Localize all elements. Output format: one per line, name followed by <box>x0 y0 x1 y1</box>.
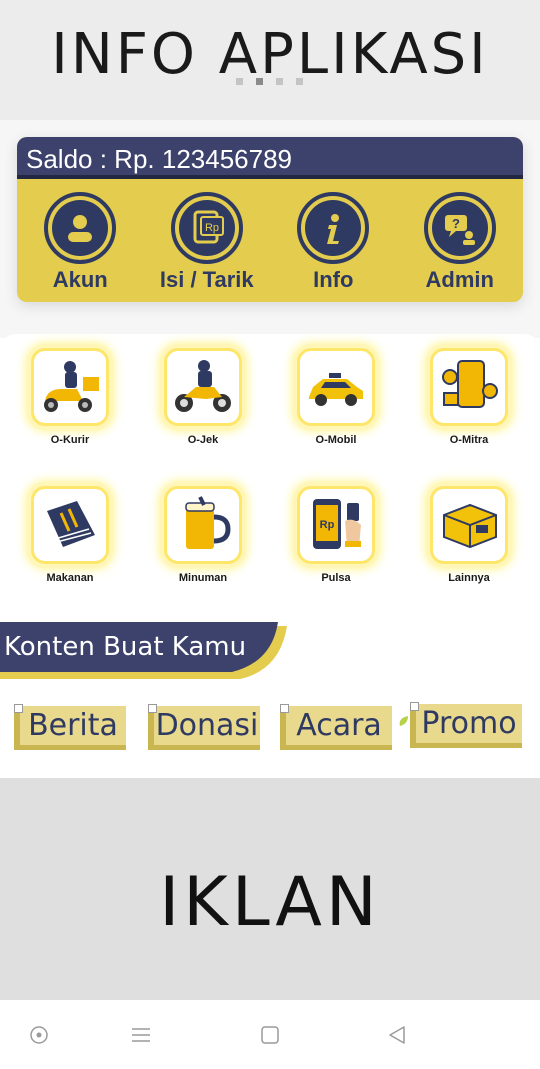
content-section-title: Konten Buat Kamu <box>4 632 247 662</box>
phone-credit-icon: Rp <box>297 486 375 564</box>
menu-button[interactable] <box>130 1024 152 1046</box>
topup-rp-text: Rp <box>205 222 219 234</box>
car-icon <box>297 348 375 426</box>
menu-cutlery-icon <box>31 486 109 564</box>
topup-rp-icon: Rp <box>178 200 235 256</box>
system-nav-bar <box>0 1000 540 1069</box>
account-button[interactable]: Akun <box>25 192 135 293</box>
home-square-icon <box>261 1026 279 1044</box>
service-label: O-Mitra <box>449 434 489 446</box>
carousel-dot <box>296 78 303 85</box>
pin-icon <box>148 704 157 713</box>
tab-donasi[interactable]: Donasi <box>148 704 260 750</box>
ad-banner[interactable]: IKLAN <box>0 778 540 1000</box>
courier-scooter-icon <box>31 348 109 426</box>
service-makanan[interactable]: Makanan <box>10 486 130 584</box>
admin-label: Admin <box>425 267 494 292</box>
back-triangle-icon <box>389 1026 405 1044</box>
assistant-button[interactable] <box>28 1024 50 1046</box>
assistant-dot-icon <box>30 1026 48 1044</box>
tab-berita[interactable]: Berita <box>14 704 126 750</box>
tab-label: Donasi <box>155 708 259 743</box>
service-o-mitra[interactable]: O-Mitra <box>409 348 529 446</box>
service-pulsa[interactable]: Rp Pulsa <box>276 486 396 584</box>
service-label: Lainnya <box>448 572 490 584</box>
carousel-indicator <box>236 78 303 85</box>
service-minuman[interactable]: Minuman <box>143 486 263 584</box>
info-icon <box>305 200 362 256</box>
service-lainnya[interactable]: Lainnya <box>409 486 529 584</box>
info-banner[interactable]: INFO APLIKASI <box>0 0 540 120</box>
carousel-dot-active <box>256 78 263 85</box>
service-label: O-Kurir <box>50 434 90 446</box>
tab-acara[interactable]: Acara <box>280 704 392 750</box>
balance-text: Saldo : Rp. 123456789 <box>17 137 523 179</box>
partner-phone-icon <box>430 348 508 426</box>
menu-icon <box>132 1028 150 1042</box>
content-tabs: Berita Donasi Acara Promo <box>0 702 540 754</box>
service-label: O-Jek <box>187 434 219 446</box>
tab-promo[interactable]: Promo <box>410 702 522 748</box>
package-box-icon <box>430 486 508 564</box>
admin-button[interactable]: ? Admin <box>405 192 515 293</box>
motorbike-icon <box>164 348 242 426</box>
pin-icon <box>410 702 419 711</box>
admin-chat-icon: ? <box>431 200 488 256</box>
topup-withdraw-button[interactable]: Rp Isi / Tarik <box>152 192 262 293</box>
info-button[interactable]: Info <box>278 192 388 293</box>
home-button[interactable] <box>259 1024 281 1046</box>
svg-text:?: ? <box>452 216 460 231</box>
service-label: Pulsa <box>321 572 351 584</box>
account-label: Akun <box>52 267 108 292</box>
service-o-kurir[interactable]: O-Kurir <box>10 348 130 446</box>
service-label: Makanan <box>46 572 94 584</box>
carousel-dot <box>236 78 243 85</box>
ad-text: IKLAN <box>159 863 381 942</box>
leaf-icon <box>399 716 408 726</box>
service-label: Minuman <box>178 572 228 584</box>
service-o-jek[interactable]: O-Jek <box>143 348 263 446</box>
pulsa-rp-text: Rp <box>320 519 335 531</box>
tab-label: Promo <box>421 706 517 741</box>
back-button[interactable] <box>386 1024 408 1046</box>
carousel-dot <box>276 78 283 85</box>
pin-icon <box>280 704 289 713</box>
tab-label: Berita <box>28 708 118 743</box>
service-o-mobil[interactable]: O-Mobil <box>276 348 396 446</box>
info-label: Info <box>313 267 354 292</box>
tab-label: Acara <box>296 708 382 743</box>
user-icon <box>52 200 109 256</box>
service-label: O-Mobil <box>315 434 357 446</box>
wallet-card: Saldo : Rp. 123456789 Akun Rp Isi / Tari… <box>17 137 523 302</box>
topup-withdraw-label: Isi / Tarik <box>159 267 254 292</box>
pin-icon <box>14 704 23 713</box>
beer-mug-icon <box>164 486 242 564</box>
